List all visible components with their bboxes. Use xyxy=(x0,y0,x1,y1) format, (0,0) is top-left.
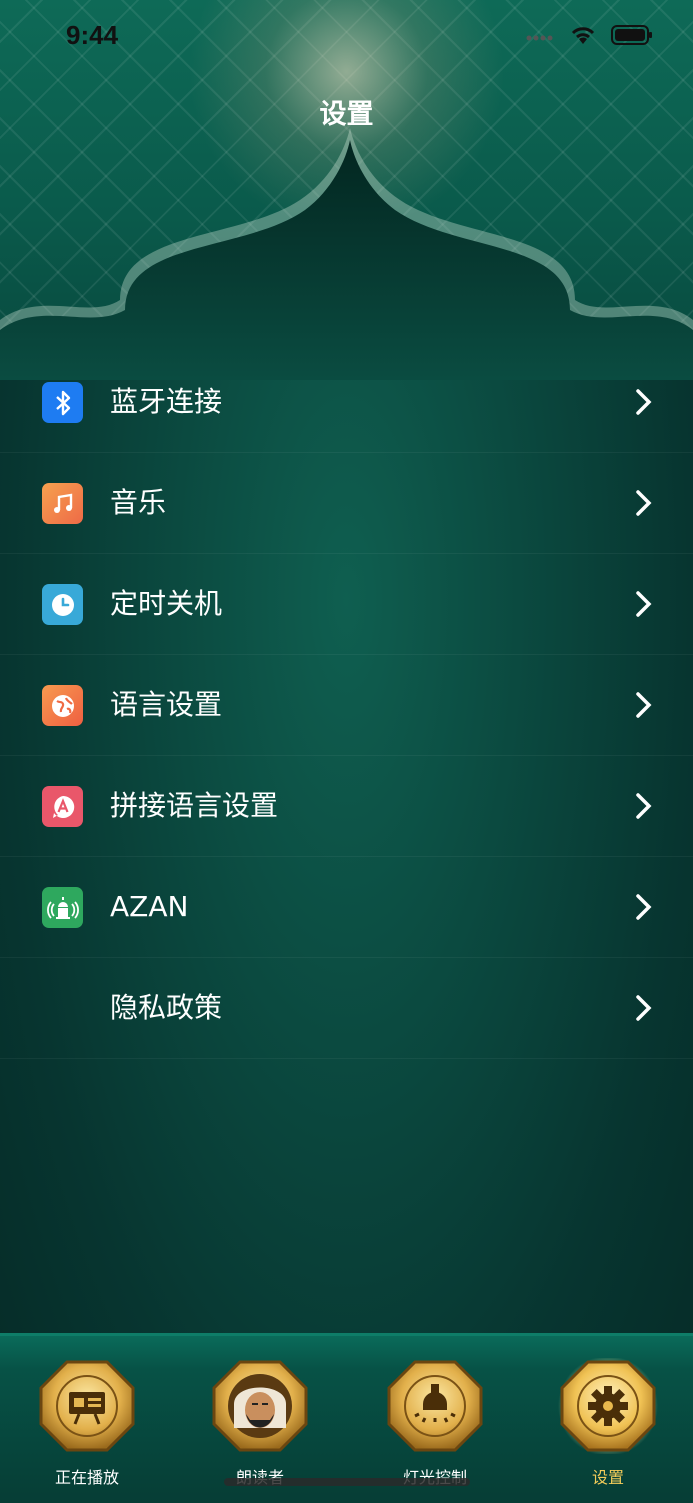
menu-item-label: 语言设置 xyxy=(110,688,223,721)
menu-item-bluetooth[interactable]: 蓝牙连接 xyxy=(0,352,693,453)
chevron-right-icon xyxy=(636,490,652,516)
chevron-right-icon xyxy=(636,389,652,415)
menu-item-label: 音乐 xyxy=(110,486,167,519)
home-indicator xyxy=(224,1478,470,1486)
page-title: 设置 xyxy=(319,99,374,130)
menu-item-label: 蓝牙连接 xyxy=(110,385,223,418)
menu-item-azan[interactable]: AZAN xyxy=(0,857,693,958)
music-note-icon xyxy=(42,483,83,524)
tab-label: 设置 xyxy=(591,1468,624,1487)
letter-a-icon xyxy=(42,786,83,827)
reader-avatar-icon xyxy=(212,1360,308,1452)
menu-item-music[interactable]: 音乐 xyxy=(0,453,693,554)
clock-icon xyxy=(42,584,83,625)
menu-item-label: AZAN xyxy=(110,890,189,923)
chevron-right-icon xyxy=(636,591,652,617)
chevron-right-icon xyxy=(636,995,652,1021)
menu-item-label: 定时关机 xyxy=(110,587,223,620)
bluetooth-icon xyxy=(42,382,83,423)
presentation-board-icon xyxy=(39,1360,135,1452)
tab-reader[interactable]: 朗读者 xyxy=(200,1358,320,1498)
lamp-icon xyxy=(387,1360,483,1452)
tab-now-playing[interactable]: 正在播放 xyxy=(27,1358,147,1498)
wifi-icon xyxy=(571,27,595,44)
tab-settings[interactable]: 设置 xyxy=(548,1356,668,1498)
signal-icon xyxy=(526,35,553,41)
chevron-right-icon xyxy=(636,793,652,819)
chevron-right-icon xyxy=(636,692,652,718)
gear-icon xyxy=(558,1356,658,1456)
tab-label: 正在播放 xyxy=(54,1468,119,1487)
mosque-broadcast-icon xyxy=(42,887,83,928)
tab-light-control[interactable]: 灯光控制 xyxy=(375,1358,495,1498)
menu-item-privacy-policy[interactable]: 隐私政策 xyxy=(0,958,693,1059)
menu-item-language[interactable]: 语言设置 xyxy=(0,655,693,756)
menu-item-timer-shutdown[interactable]: 定时关机 xyxy=(0,554,693,655)
menu-item-label: 隐私政策 xyxy=(110,991,223,1024)
menu-item-spliced-language[interactable]: 拼接语言设置 xyxy=(0,756,693,857)
battery-icon xyxy=(611,25,652,45)
status-icons xyxy=(525,24,653,46)
status-time: 9:44 xyxy=(66,20,119,50)
globe-icon xyxy=(42,685,83,726)
menu-item-label: 拼接语言设置 xyxy=(110,789,279,822)
status-bar: 9:44 xyxy=(0,0,693,76)
settings-menu: 蓝牙连接 音乐 定时关机 语言设置 拼接语言设置 AZAN 隐私政策 xyxy=(0,352,693,1059)
chevron-right-icon xyxy=(636,894,652,920)
